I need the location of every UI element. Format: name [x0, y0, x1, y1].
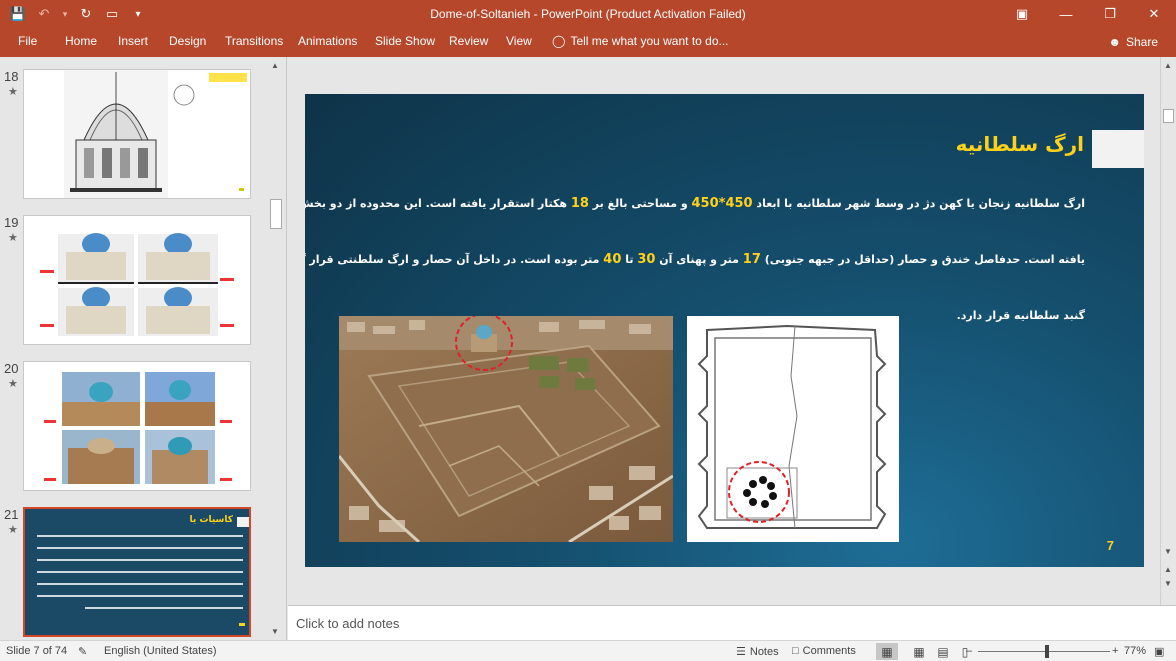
slide-number: 18	[4, 69, 19, 84]
tab-animations[interactable]: Animations	[298, 34, 357, 48]
tell-me-text: Tell me what you want to do...	[570, 34, 729, 48]
text-run: و مساحتی بالغ بر	[588, 197, 692, 210]
tab-file[interactable]: File	[18, 34, 37, 48]
aerial-photo[interactable]	[339, 316, 673, 542]
dome-photos	[44, 372, 232, 484]
next-slide-icon[interactable]: ▼	[1164, 579, 1172, 588]
share-label: Share	[1125, 35, 1158, 49]
slide-preview: کاسیات یا	[23, 507, 251, 637]
minimize-button[interactable]: —	[1044, 0, 1088, 28]
scroll-down-arrow[interactable]: ▼	[271, 627, 279, 636]
ribbon-display-options-icon[interactable]: ▣	[1000, 0, 1044, 28]
highlight-number: 17	[742, 252, 761, 267]
person-icon: ☻	[1108, 35, 1121, 49]
slide-sorter-view-button[interactable]: ▦	[908, 643, 930, 660]
previous-slide-icon[interactable]: ▲	[1164, 565, 1172, 574]
section-drawing	[64, 70, 247, 198]
zoom-in-button[interactable]: +	[1112, 645, 1118, 657]
lightbulb-icon: ◯	[552, 34, 566, 48]
maximize-button[interactable]: ❐	[1088, 0, 1132, 28]
slide-number: 20	[4, 361, 19, 376]
notes-icon: ☰	[736, 646, 746, 658]
zoom-out-button[interactable]: –	[966, 645, 972, 657]
highlight-number: 30	[637, 252, 656, 267]
slide-editing-area: ارگ سلطانیه ارگ سلطانیه زنجان یا کهن دژ …	[288, 57, 1160, 605]
comment-icon: □	[792, 645, 799, 657]
text-run: متر و پهنای آن	[655, 253, 743, 266]
slide-preview	[23, 69, 251, 199]
tab-review[interactable]: Review	[449, 34, 488, 48]
site-plan-drawing[interactable]	[687, 316, 899, 542]
slide-preview	[23, 361, 251, 491]
site-plan-image	[687, 316, 899, 542]
status-bar: Slide 7 of 74 ✎ English (United States) …	[0, 640, 1176, 661]
animation-star-icon: ★	[8, 232, 18, 244]
slide-counter: Slide 7 of 74	[6, 645, 68, 657]
animation-star-icon: ★	[8, 524, 18, 536]
tab-home[interactable]: Home	[65, 34, 97, 48]
text-run: تا	[621, 253, 638, 266]
language-indicator[interactable]: English (United States)	[104, 645, 217, 657]
notes-toggle[interactable]: ☰ Notes	[736, 645, 779, 659]
highlight-number: 40	[603, 252, 622, 267]
slide-show-button[interactable]: ▯	[954, 643, 976, 660]
text-run: ارگ سلطانیه زنجان یا کهن دژ در وسط شهر س…	[752, 197, 1085, 210]
highlight-number: 18	[570, 196, 589, 211]
tab-insert[interactable]: Insert	[118, 34, 148, 48]
thumbnail-scrollbar[interactable]: ▲ ▼	[268, 57, 285, 640]
zoom-slider[interactable]	[978, 651, 1110, 652]
aerial-photo-image	[339, 316, 673, 542]
slide-title[interactable]: ارگ سلطانیه	[956, 132, 1084, 156]
tab-slide-show[interactable]: Slide Show	[375, 34, 435, 48]
notes-placeholder[interactable]: Click to add notes	[296, 616, 399, 631]
title-bar: 💾 ↶ ▾ ↻ ▭ ▾ Dome-of-Soltanieh - PowerPoi…	[0, 0, 1176, 28]
fit-to-window-icon[interactable]: ▣	[1154, 645, 1164, 658]
notes-pane[interactable]: Click to add notes	[288, 605, 1176, 640]
body-line-1: ارگ سلطانیه زنجان یا کهن دژ در وسط شهر س…	[305, 176, 1085, 232]
close-button[interactable]: ✕	[1132, 0, 1176, 28]
zoom-slider-handle[interactable]	[1045, 645, 1049, 658]
window-controls: ▣ — ❐ ✕	[1000, 0, 1176, 28]
slide-number: 21	[4, 507, 19, 522]
text-run: یافته است. حدفاصل خندق و حصار (حداقل در …	[760, 253, 1085, 266]
scroll-thumb[interactable]	[1163, 109, 1174, 123]
zoom-level[interactable]: 77%	[1124, 645, 1146, 657]
tab-design[interactable]: Design	[169, 34, 206, 48]
animation-star-icon: ★	[8, 86, 18, 98]
scroll-thumb[interactable]	[270, 199, 282, 229]
text-run: متر بوده است. در داخل آن حصار و ارگ سلطن…	[305, 253, 600, 266]
scroll-up-arrow[interactable]: ▲	[1164, 61, 1172, 70]
ribbon-tab-bar: File Home Insert Design Transitions Anim…	[0, 28, 1176, 57]
slide-number-label: 7	[1106, 538, 1114, 553]
scroll-up-arrow[interactable]: ▲	[271, 61, 279, 70]
normal-view-button[interactable]: ▦	[876, 643, 898, 660]
text-lines	[37, 535, 245, 626]
tell-me-search[interactable]: ◯ Tell me what you want to do...	[552, 34, 729, 48]
animation-star-icon: ★	[8, 378, 18, 390]
comments-toggle[interactable]: □ Comments	[792, 645, 856, 657]
highlight-number: 450*450	[691, 196, 753, 211]
slide-thumbnail-pane: 18 ★ 19 ★ 20 ★ 21 ★ کاسیات یا ▲ ▼	[0, 57, 287, 640]
tab-view[interactable]: View	[506, 34, 532, 48]
slide-preview	[23, 215, 251, 345]
tab-transitions[interactable]: Transitions	[225, 34, 283, 48]
reading-view-button[interactable]: ▤	[932, 643, 954, 660]
scroll-down-arrow[interactable]: ▼	[1164, 547, 1172, 556]
slide-scrollbar[interactable]: ▲ ▼ ▲ ▼	[1160, 57, 1176, 605]
text-run: هکتار استقرار یافته است. این محدوده از د…	[305, 197, 568, 210]
current-slide[interactable]: ارگ سلطانیه ارگ سلطانیه زنجان یا کهن دژ …	[305, 94, 1144, 567]
body-line-2: یافته است. حدفاصل خندق و حصار (حداقل در …	[305, 232, 1085, 288]
spell-check-icon[interactable]: ✎	[78, 645, 87, 658]
share-button[interactable]: ☻ Share	[1102, 31, 1164, 53]
slide-number: 19	[4, 215, 19, 230]
elevation-drawings	[40, 233, 234, 336]
title-accent-box	[1092, 130, 1144, 168]
comments-label: Comments	[802, 645, 856, 657]
notes-label: Notes	[749, 645, 779, 658]
